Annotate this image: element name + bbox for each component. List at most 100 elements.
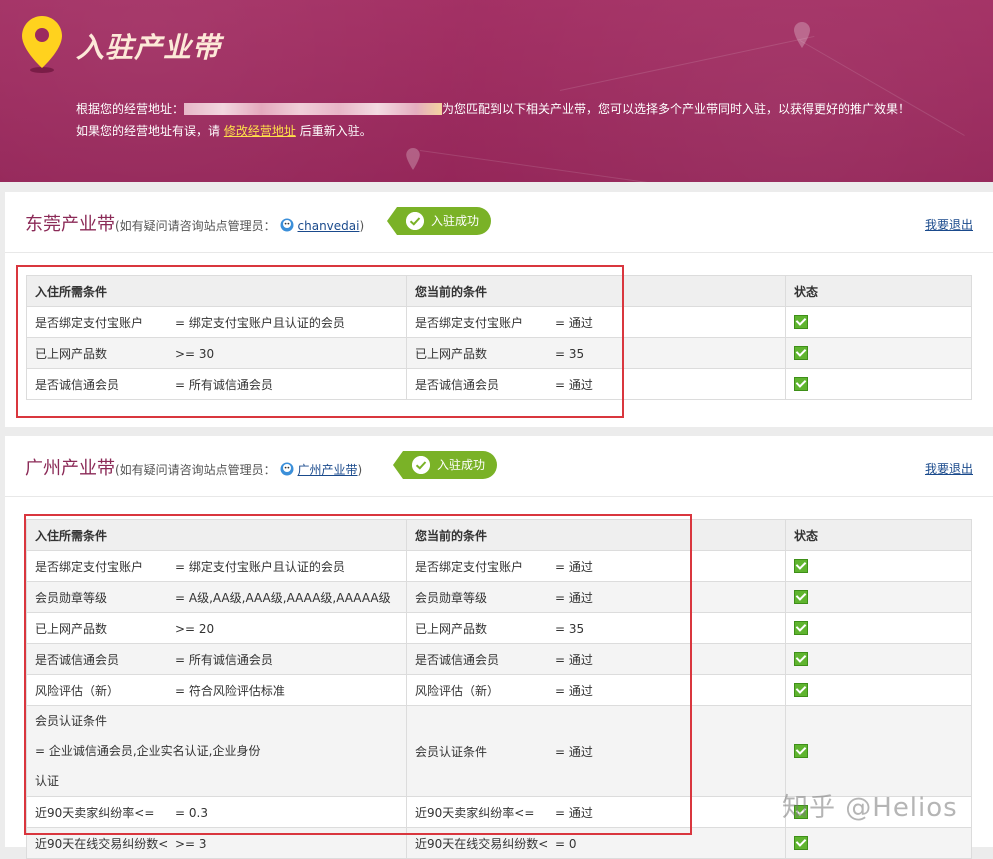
req-key-wrap: 认证 (35, 774, 60, 788)
req-key: 是否诚信通会员 (35, 377, 120, 392)
address-prefix: 根据您的经营地址： (76, 102, 185, 116)
table-row: 是否绑定支付宝账户 = 绑定支付宝账户且认证的会员 是否绑定支付宝账户 = 通过 (26, 306, 972, 338)
cur-key: 是否诚信通会员 (415, 377, 500, 392)
note-suffix: ) (359, 219, 365, 233)
join-success-badge: 入驻成功 (386, 207, 492, 235)
req-key: 已上网产品数 (35, 621, 108, 636)
address-suffix: 为您匹配到以下相关产业带，您可以选择多个产业带同时入驻，以获得更好的推广效果！ (442, 102, 911, 116)
req-key: 近90天卖家纠纷率<= (35, 805, 155, 820)
required-cell: 会员认证条件 = 企业诚信通会员,企业实名认证,企业身份 认证 (26, 705, 407, 797)
quit-belt-link[interactable]: 我要退出 (925, 460, 973, 477)
cur-key: 已上网产品数 (415, 621, 488, 636)
cur-key: 是否诚信通会员 (415, 652, 500, 667)
watermark: 知乎 @Helios (782, 793, 958, 823)
cur-value: = 通过 (555, 377, 593, 392)
badge-label: 入驻成功 (431, 214, 480, 228)
check-icon (794, 682, 808, 697)
banner: 入驻产业带 根据您的经营地址： 为您匹配到以下相关产业带，您可以选择多个产业带同时… (0, 0, 993, 182)
required-cell: 是否诚信通会员 = 所有诚信通会员 (26, 368, 407, 400)
req-value: >= 20 (175, 621, 215, 636)
current-cell: 风险评估（新） = 通过 (406, 674, 786, 706)
current-cell: 会员认证条件 = 通过 (406, 705, 786, 797)
cur-value: = 通过 (555, 683, 593, 698)
admin-link[interactable]: 广州产业带 (298, 463, 358, 477)
belt-title: 东莞产业带(如有疑问请咨询站点管理员： chanvedai) (25, 210, 364, 236)
edit-suffix: 后重新入驻。 (299, 124, 372, 138)
quit-belt-link[interactable]: 我要退出 (925, 216, 973, 233)
banner-decoration (559, 35, 815, 91)
req-value: = 符合风险评估标准 (175, 683, 285, 698)
table-row: 是否诚信通会员 = 所有诚信通会员 是否诚信通会员 = 通过 (26, 368, 972, 400)
cur-value: = 通过 (555, 652, 593, 667)
header-status: 状态 (785, 519, 972, 551)
join-success-badge: 入驻成功 (392, 451, 498, 479)
required-cell: 是否绑定支付宝账户 = 绑定支付宝账户且认证的会员 (26, 550, 407, 582)
table-header-row: 入住所需条件 您当前的条件 状态 (26, 519, 972, 551)
req-value: >= 3 (175, 836, 207, 851)
table-row: 会员勋章等级 = A级,AA级,AAA级,AAAA级,AAAAA级 会员勋章等级 =… (26, 581, 972, 613)
map-pin-decoration-icon (794, 22, 810, 48)
edit-prefix: 如果您的经营地址有误，请 (76, 124, 221, 138)
status-cell (785, 550, 972, 582)
table-row: 已上网产品数 >= 30 已上网产品数 = 35 (26, 337, 972, 369)
status-cell (785, 827, 972, 859)
header-current: 您当前的条件 (406, 275, 786, 307)
edit-address-link[interactable]: 修改经营地址 (224, 124, 296, 138)
page-title: 入驻产业带 (76, 31, 222, 64)
check-circle-icon (412, 456, 430, 474)
note-suffix: ) (357, 463, 363, 477)
req-key: 已上网产品数 (35, 346, 108, 361)
belt-header: 东莞产业带(如有疑问请咨询站点管理员： chanvedai) 入驻成功 我要退出 (5, 192, 993, 253)
req-key: 近90天在线交易纠纷数< (35, 836, 169, 851)
cur-value: = 通过 (555, 559, 593, 574)
belt-note: (如有疑问请咨询站点管理员： 广州产业带) (115, 462, 363, 477)
status-cell (785, 705, 972, 797)
cur-key: 近90天卖家纠纷率<= (415, 805, 535, 820)
cur-value: = 通过 (555, 805, 593, 820)
req-value: = 所有诚信通会员 (175, 652, 273, 667)
req-key: 会员勋章等级 (35, 590, 108, 605)
cur-value: = 35 (555, 621, 585, 636)
current-cell: 近90天在线交易纠纷数< = 0 (406, 827, 786, 859)
check-icon (794, 314, 808, 329)
belt-title: 广州产业带(如有疑问请咨询站点管理员： 广州产业带) (25, 454, 362, 480)
belt-panel-dongguan: 东莞产业带(如有疑问请咨询站点管理员： chanvedai) 入驻成功 我要退出… (5, 192, 993, 427)
required-cell: 风险评估（新） = 符合风险评估标准 (26, 674, 407, 706)
status-cell (785, 337, 972, 369)
table-row: 会员认证条件 = 企业诚信通会员,企业实名认证,企业身份 认证 会员认证条件 = 通过 (26, 705, 972, 797)
status-cell (785, 643, 972, 675)
belt-note: (如有疑问请咨询站点管理员： chanvedai) (115, 218, 365, 233)
status-cell (785, 306, 972, 338)
table-row: 近90天在线交易纠纷数< >= 3 近90天在线交易纠纷数< = 0 (26, 827, 972, 859)
chat-avatar-icon (280, 462, 294, 476)
check-icon (794, 558, 808, 573)
status-cell (785, 674, 972, 706)
req-value: = 企业诚信通会员,企业实名认证,企业身份 (35, 744, 261, 758)
check-icon (794, 651, 808, 666)
belt-name: 广州产业带 (25, 458, 115, 479)
req-key: 是否诚信通会员 (35, 652, 120, 667)
badge-label: 入驻成功 (437, 458, 486, 472)
header-required: 入住所需条件 (26, 275, 407, 307)
address-info-line: 根据您的经营地址： 为您匹配到以下相关产业带，您可以选择多个产业带同时入驻，以获得… (76, 100, 910, 117)
required-cell: 已上网产品数 >= 30 (26, 337, 407, 369)
check-icon (794, 620, 808, 635)
table-row: 是否诚信通会员 = 所有诚信通会员 是否诚信通会员 = 通过 (26, 643, 972, 675)
current-cell: 会员勋章等级 = 通过 (406, 581, 786, 613)
belt-panel-guangzhou: 广州产业带(如有疑问请咨询站点管理员： 广州产业带) 入驻成功 我要退出 入住所… (5, 436, 993, 859)
status-cell (785, 368, 972, 400)
cur-key: 会员认证条件 (415, 744, 488, 759)
cur-value: = 0 (555, 836, 577, 851)
current-cell: 近90天卖家纠纷率<= = 通过 (406, 796, 786, 828)
banner-decoration (419, 150, 817, 182)
chat-avatar-icon (280, 218, 294, 232)
address-edit-line: 如果您的经营地址有误，请 修改经营地址 后重新入驻。 (76, 122, 372, 139)
admin-link[interactable]: chanvedai (298, 219, 360, 233)
cur-key: 是否绑定支付宝账户 (415, 559, 524, 574)
location-pin-icon (22, 16, 62, 73)
cur-value: = 通过 (555, 590, 593, 605)
current-cell: 是否诚信通会员 = 通过 (406, 368, 786, 400)
req-value: = 绑定支付宝账户且认证的会员 (175, 315, 345, 330)
blurred-address (184, 103, 443, 115)
note-prefix: (如有疑问请咨询站点管理员： (115, 463, 276, 477)
